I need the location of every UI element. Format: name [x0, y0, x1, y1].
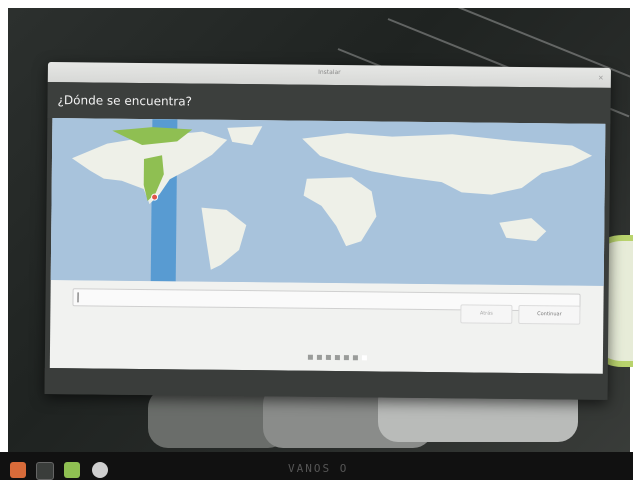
window-title: Instalar — [318, 68, 341, 77]
step-indicator — [307, 354, 367, 361]
monitor-brand: VANOS O — [288, 462, 349, 475]
disc-icon[interactable] — [92, 462, 108, 478]
step-dot — [334, 355, 340, 361]
world-map-svg[interactable] — [50, 118, 606, 286]
files-icon[interactable] — [64, 462, 80, 478]
page-title: ¿Dónde se encuentra? — [57, 93, 193, 109]
step-dot — [343, 355, 349, 361]
step-dot — [316, 354, 322, 360]
close-icon[interactable]: × — [597, 74, 605, 82]
content-area: Atrás Continuar — [49, 118, 606, 374]
world-map[interactable] — [50, 118, 606, 286]
text-cursor — [77, 292, 79, 303]
heading-band: ¿Dónde se encuentra? — [47, 81, 611, 124]
location-marker[interactable] — [151, 193, 159, 201]
installer-window: Instalar × ¿Dónde se encuentra? Atrás Co… — [44, 62, 611, 400]
menu-icon[interactable] — [10, 462, 26, 478]
show-desktop-icon[interactable] — [36, 462, 54, 480]
step-dot — [352, 355, 358, 361]
back-button[interactable]: Atrás — [460, 304, 513, 324]
step-dot — [307, 354, 313, 360]
step-dot — [325, 354, 331, 360]
step-dot-current — [361, 355, 367, 361]
continue-button[interactable]: Continuar — [518, 304, 581, 325]
